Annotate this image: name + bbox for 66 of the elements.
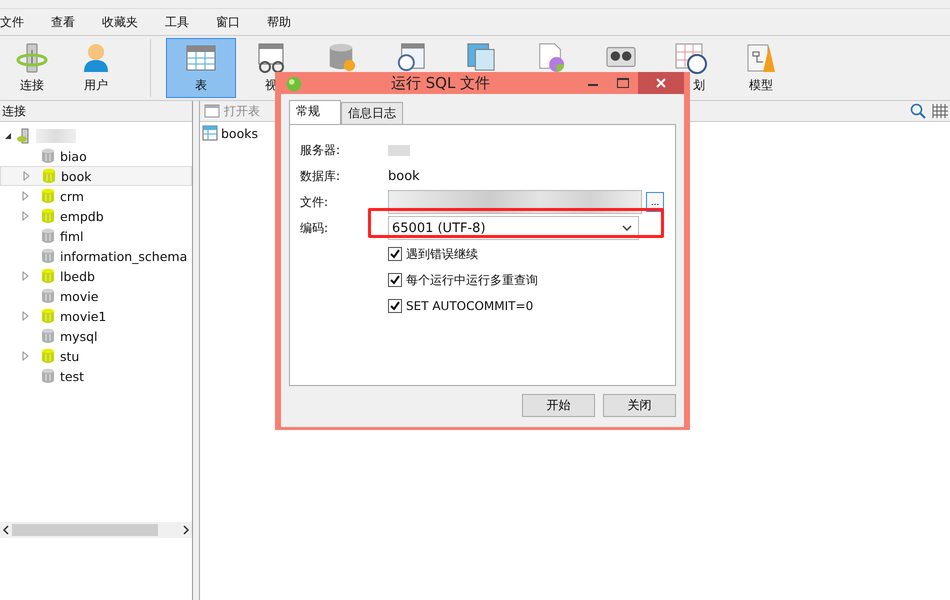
horizontal-scrollbar[interactable] bbox=[0, 522, 192, 538]
expand-icon[interactable] bbox=[22, 191, 30, 201]
scroll-right-icon[interactable] bbox=[183, 525, 189, 535]
checkbox[interactable] bbox=[388, 273, 402, 287]
menu-item[interactable]: 工具 bbox=[165, 14, 202, 30]
expand-icon[interactable] bbox=[22, 271, 30, 281]
checkbox-option[interactable]: SET AUTOCOMMIT=0 bbox=[388, 293, 534, 319]
field-label: 服务器: bbox=[300, 142, 342, 158]
encoding-dropdown[interactable]: 65001 (UTF-8) bbox=[388, 216, 639, 240]
expand-icon[interactable] bbox=[23, 171, 31, 181]
tab[interactable]: 信息日志 bbox=[341, 102, 403, 124]
dialog-button[interactable]: 关闭 bbox=[603, 394, 676, 417]
toolbar-button[interactable]: 划 bbox=[656, 38, 726, 98]
grid-view-icon[interactable] bbox=[932, 103, 948, 119]
tree-item[interactable]: fiml bbox=[0, 226, 192, 246]
expand-icon[interactable] bbox=[22, 311, 30, 321]
close-button[interactable] bbox=[638, 72, 684, 94]
checkbox[interactable] bbox=[388, 247, 402, 261]
expand-icon[interactable] bbox=[22, 211, 30, 221]
server-icon bbox=[16, 42, 48, 74]
calendar-clock-icon bbox=[675, 42, 707, 74]
diagram-ruler-icon bbox=[745, 42, 777, 74]
redaction-blur bbox=[36, 129, 76, 143]
checkbox-option[interactable]: 每个运行中运行多重查询 bbox=[388, 267, 538, 293]
tree-item[interactable]: lbedb bbox=[0, 266, 192, 286]
tree-item[interactable]: stu bbox=[0, 346, 192, 366]
redaction-blur bbox=[388, 144, 410, 156]
checkbox-option[interactable]: 遇到错误继续 bbox=[388, 241, 478, 267]
menu-item[interactable]: 查看 bbox=[51, 14, 88, 30]
tree-item[interactable]: information_schema bbox=[0, 246, 192, 266]
checkbox[interactable] bbox=[388, 299, 402, 313]
tree-item[interactable]: test bbox=[0, 366, 192, 386]
field-label: 编码: bbox=[300, 220, 330, 236]
table-item[interactable]: books bbox=[202, 125, 258, 141]
tree-item[interactable]: crm bbox=[0, 186, 192, 206]
menu-item[interactable]: 帮助 bbox=[267, 14, 304, 30]
tab[interactable]: 常规 bbox=[289, 100, 341, 124]
tree-item[interactable]: biao bbox=[0, 146, 192, 166]
window-title: 运行 SQL 文件 bbox=[390, 74, 492, 92]
menu-item[interactable]: 文件 bbox=[0, 14, 37, 30]
dialog-button[interactable]: 开始 bbox=[522, 394, 595, 417]
menu-item[interactable]: 窗口 bbox=[216, 14, 253, 30]
maximize-icon bbox=[617, 78, 629, 88]
close-icon bbox=[656, 78, 666, 88]
toolbar-button[interactable]: 连接 bbox=[0, 38, 64, 98]
menu-item[interactable]: 收藏夹 bbox=[102, 14, 151, 30]
tree-item[interactable]: empdb bbox=[0, 206, 192, 226]
tree-item[interactable]: book bbox=[0, 166, 192, 186]
toolbar-button[interactable]: 模型 bbox=[726, 38, 796, 98]
tree-item[interactable]: movie1 bbox=[0, 306, 192, 326]
search-icon[interactable] bbox=[910, 103, 926, 119]
table-icon bbox=[204, 103, 220, 119]
field-label: 文件: bbox=[300, 194, 330, 210]
expand-icon[interactable] bbox=[22, 351, 30, 361]
app-logo-icon bbox=[285, 74, 303, 92]
toolbar-button[interactable]: 用户 bbox=[64, 38, 128, 98]
tables-icon bbox=[466, 42, 496, 72]
tree-item[interactable]: movie bbox=[0, 286, 192, 306]
tree-item[interactable]: mysql bbox=[0, 326, 192, 346]
toolbar-button[interactable]: 表 bbox=[166, 38, 236, 98]
panel-title: 连接 bbox=[2, 102, 26, 120]
table-clock-icon bbox=[396, 42, 426, 72]
chevron-down-icon bbox=[622, 225, 632, 231]
field-value: book bbox=[388, 168, 420, 184]
scroll-left-icon[interactable] bbox=[3, 525, 9, 535]
field-label: 数据库: bbox=[300, 168, 342, 184]
